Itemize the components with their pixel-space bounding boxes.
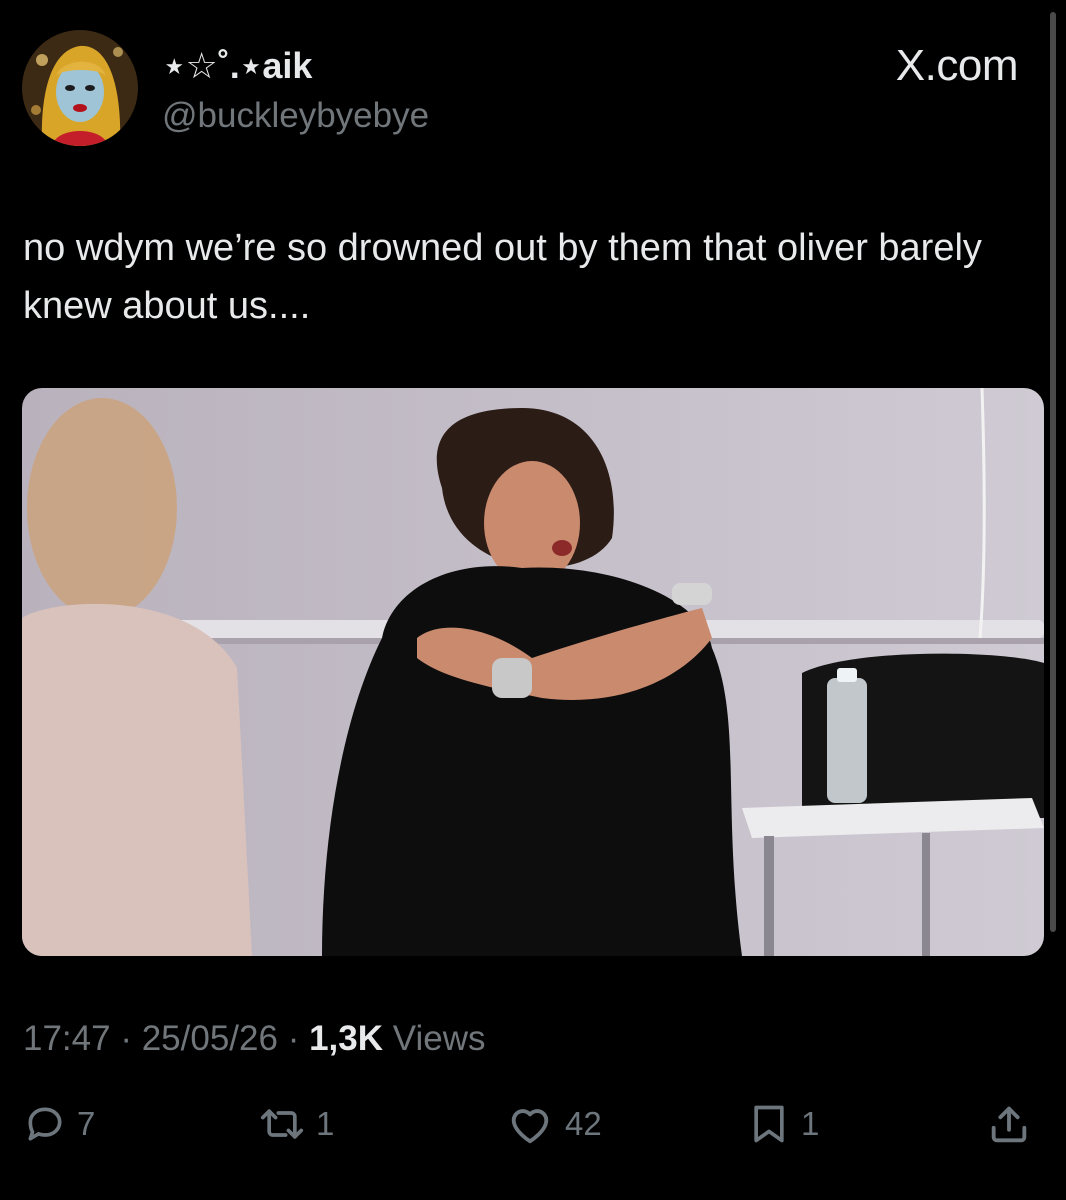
like-button[interactable]: 42 — [505, 1098, 602, 1150]
meta-separator: · — [120, 1019, 132, 1058]
like-count: 42 — [565, 1105, 602, 1142]
reply-icon — [23, 1102, 67, 1146]
bookmark-button[interactable]: 1 — [747, 1098, 819, 1150]
media-image — [22, 388, 1044, 956]
views-count: 1,3K — [309, 1019, 384, 1058]
avatar-image — [22, 30, 138, 146]
display-name[interactable]: ⋆☆˚.⋆aik — [163, 44, 312, 88]
scrollbar[interactable] — [1050, 12, 1056, 932]
reply-button[interactable]: 7 — [23, 1098, 95, 1150]
avatar[interactable] — [22, 30, 138, 146]
retweet-icon — [258, 1102, 306, 1146]
bookmark-icon — [747, 1101, 791, 1147]
meta-separator: · — [287, 1019, 300, 1058]
bookmark-count: 1 — [801, 1105, 820, 1142]
tweet-media[interactable] — [22, 388, 1044, 956]
reply-count: 7 — [77, 1105, 96, 1142]
tweet-text: no wdym we’re so drowned out by them tha… — [23, 227, 982, 327]
share-icon — [986, 1101, 1032, 1147]
tweet-time[interactable]: 17:47 — [23, 1019, 111, 1058]
brand-label: X.com — [895, 41, 1019, 90]
heart-icon — [505, 1101, 555, 1147]
views-label: Views — [392, 1019, 486, 1058]
tweet-date[interactable]: 25/05/26 — [142, 1019, 278, 1058]
user-handle[interactable]: @buckleybyebye — [162, 95, 429, 137]
retweet-button[interactable]: 1 — [258, 1098, 334, 1150]
tweet-meta: 17:47 · 25/05/26 · 1,3K Views — [23, 1017, 486, 1061]
share-button[interactable] — [986, 1098, 1032, 1150]
retweet-count: 1 — [316, 1105, 335, 1142]
